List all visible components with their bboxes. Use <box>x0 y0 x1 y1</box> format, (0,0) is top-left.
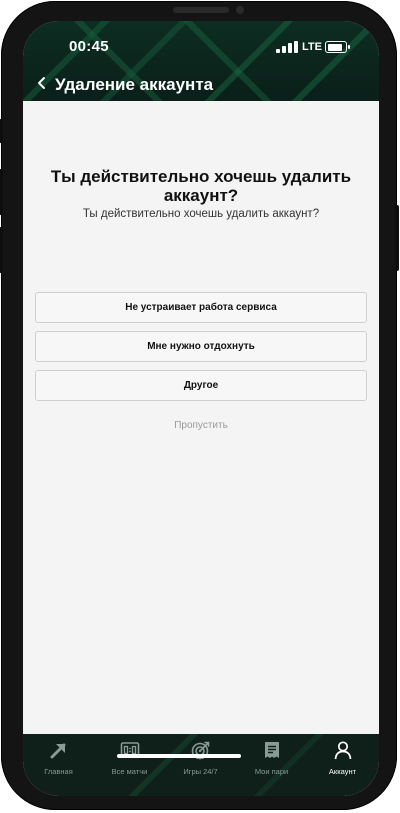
signal-icon <box>276 41 298 53</box>
confirm-heading: Ты действительно хочешь удалить аккаунт? <box>50 167 352 205</box>
home-indicator[interactable] <box>117 754 241 758</box>
mute-switch <box>0 119 3 143</box>
volume-up-button <box>0 169 3 215</box>
tab-label: Главная <box>44 767 73 776</box>
tab-label: Игры 24/7 <box>183 767 218 776</box>
phone-frame: 00:45 LTE Удаление аккаунта Ты действите… <box>0 1 399 810</box>
bottom-tabbar: Главная Все матчи Игры 24/7 Мои пари Акк… <box>23 734 379 796</box>
confirm-subheading: Ты действительно хочешь удалить аккаунт? <box>82 208 320 220</box>
main-content: Ты действительно хочешь удалить аккаунт?… <box>23 101 379 731</box>
screen: 00:45 LTE Удаление аккаунта Ты действите… <box>23 21 379 796</box>
tab-label: Все матчи <box>111 767 148 776</box>
receipt-icon <box>265 742 279 758</box>
option-rest-button[interactable]: Мне нужно отдохнуть <box>35 331 367 362</box>
back-icon[interactable] <box>37 76 47 90</box>
skip-link[interactable]: Пропустить <box>23 420 379 431</box>
user-icon <box>334 741 352 760</box>
network-type: LTE <box>302 41 322 53</box>
tab-my-bets[interactable]: Мои пари <box>236 734 307 784</box>
tab-account[interactable]: Аккаунт <box>307 734 378 784</box>
option-other-button[interactable]: Другое <box>35 370 367 401</box>
app-header: 00:45 LTE Удаление аккаунта <box>23 21 379 101</box>
camera <box>236 6 244 14</box>
battery-icon <box>325 41 350 53</box>
tab-home[interactable]: Главная <box>23 734 94 784</box>
power-button <box>395 205 399 271</box>
tab-label: Мои пари <box>254 767 289 776</box>
tab-games[interactable]: Игры 24/7 <box>165 734 236 784</box>
page-title: Удаление аккаунта <box>55 75 214 94</box>
status-time: 00:45 <box>69 38 109 55</box>
volume-down-button <box>0 227 3 273</box>
option-service-button[interactable]: Не устраивает работа сервиса <box>35 292 367 323</box>
arrow-icon <box>50 743 66 759</box>
tab-all-matches[interactable]: Все матчи <box>94 734 165 784</box>
tab-label: Аккаунт <box>328 767 357 776</box>
speaker <box>173 7 229 13</box>
